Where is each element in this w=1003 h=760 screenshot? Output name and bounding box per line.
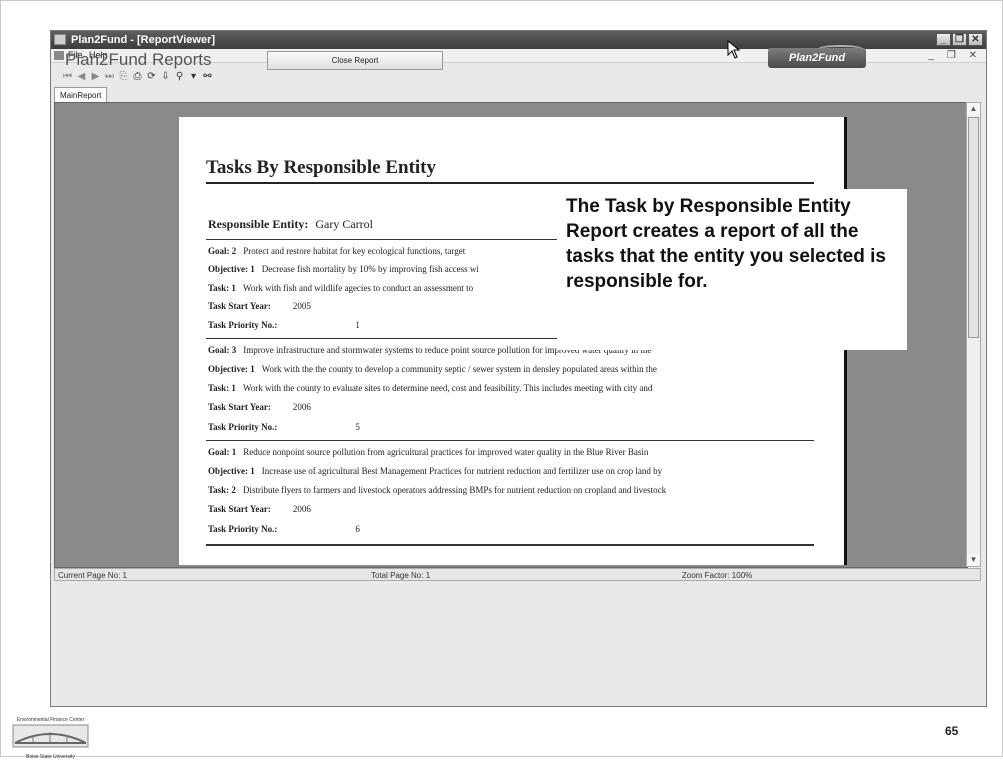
mouse-cursor-icon <box>727 40 741 59</box>
explanation-callout: The Task by Responsible Entity Report cr… <box>557 189 907 350</box>
reports-heading: Plan2Fund Reports <box>65 50 212 69</box>
first-page-icon[interactable]: ⏮ <box>63 71 72 82</box>
task-line: Task: 1 Work with the county to evaluate … <box>208 383 653 393</box>
goal-line: Goal: 1 Reduce nonpoint source pollution … <box>208 447 649 457</box>
total-page-status: Total Page No: 1 <box>371 571 431 580</box>
section-divider <box>206 544 814 546</box>
efc-logo-bottom-text: Boise State University <box>26 754 75 760</box>
minimize-button[interactable]: _ <box>936 33 951 46</box>
entity-label: Responsible Entity: <box>208 217 309 231</box>
title-divider <box>206 182 814 184</box>
next-page-icon[interactable]: ▶ <box>91 71 100 82</box>
print-icon[interactable]: ⎙ <box>133 71 142 82</box>
report-viewer-window: Plan2Fund - [ReportViewer] _ ❐ ✕ File He… <box>50 30 987 707</box>
zoom-icon[interactable]: ⚲ <box>175 71 184 82</box>
refresh-icon[interactable]: ⟳ <box>147 71 156 82</box>
prev-page-icon[interactable]: ◀ <box>77 71 86 82</box>
close-report-button[interactable]: Close Report <box>267 51 443 70</box>
report-toolbar: ⏮ ◀ ▶ ⏭ ⎘ ⎙ ⟳ ⇩ ⚲ ▾ ⚯ <box>63 69 212 83</box>
app-icon <box>54 34 66 45</box>
priority-line: Task Priority No.: 5 <box>208 422 360 432</box>
report-title: Tasks By Responsible Entity <box>206 157 437 178</box>
objective-line: Objective: 1 Work with the the county to … <box>208 364 657 374</box>
section-divider <box>206 440 814 441</box>
logo-text: Plan2Fund <box>788 52 846 64</box>
efc-logo: Environmental Finance Center Boise State… <box>3 717 98 760</box>
start-year-line: Task Start Year: 2006 <box>208 402 311 412</box>
zoom-factor-status: Zoom Factor: 100% <box>682 571 753 580</box>
bridge-logo-icon <box>12 724 89 748</box>
window-title: Plan2Fund - [ReportViewer] <box>71 34 216 46</box>
slide-page-number: 65 <box>945 724 959 738</box>
document-icon[interactable] <box>54 51 64 60</box>
priority-line: Task Priority No.: 6 <box>208 524 360 534</box>
vertical-scrollbar[interactable]: ▲ ▼ <box>966 102 981 567</box>
maximize-button[interactable]: ❐ <box>952 33 967 46</box>
export-icon[interactable]: ⇩ <box>161 71 170 82</box>
current-page-status: Current Page No: 1 <box>58 571 127 580</box>
dropdown-icon[interactable]: ▾ <box>189 71 198 82</box>
close-window-button[interactable]: ✕ <box>968 33 983 46</box>
find-icon[interactable]: ⚯ <box>203 71 212 82</box>
tab-mainreport[interactable]: MainReport <box>54 87 108 103</box>
goto-page-icon[interactable]: ⎘ <box>119 71 128 82</box>
plan2fund-logo: Plan2Fund <box>768 45 866 68</box>
status-bar: Current Page No: 1 Total Page No: 1 Zoom… <box>54 568 981 581</box>
scroll-down-icon[interactable]: ▼ <box>967 554 980 566</box>
task-line: Task: 2 Distribute flyers to farmers and … <box>208 485 667 495</box>
mdi-window-controls[interactable]: _ ❐ ✕ <box>929 49 982 62</box>
responsible-entity: Responsible Entity: Gary Carrol <box>208 217 373 232</box>
entity-value: Gary Carrol <box>315 217 374 231</box>
last-page-icon[interactable]: ⏭ <box>105 71 114 82</box>
start-year-line: Task Start Year: 2006 <box>208 504 311 514</box>
objective-line: Objective: 1 Increase use of agricultural… <box>208 466 663 476</box>
logo-swoosh <box>818 45 863 53</box>
scroll-up-icon[interactable]: ▲ <box>967 103 980 115</box>
scrollbar-thumb[interactable] <box>968 117 979 338</box>
